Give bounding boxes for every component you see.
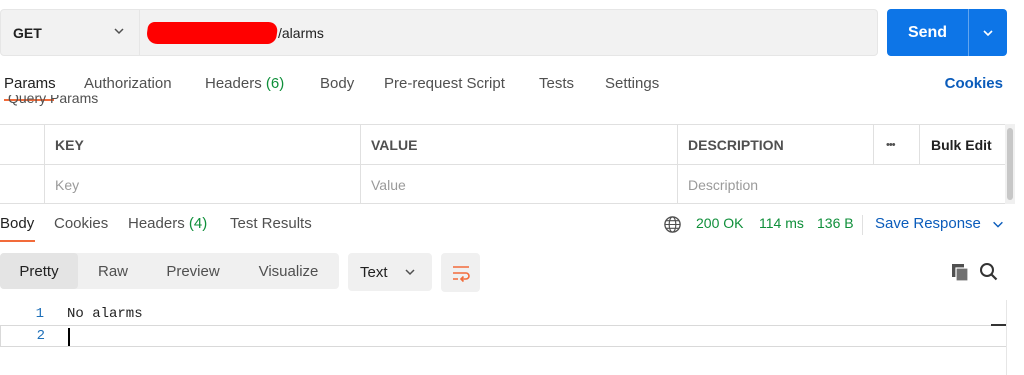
line-number: 1 [35,306,44,322]
method-label: GET [13,24,42,41]
key-column-header: KEY [44,125,360,164]
url-input[interactable]: /alarms [145,10,324,55]
wrap-lines-button[interactable] [441,253,480,292]
query-params-label: Query Params [8,95,99,106]
tab-headers[interactable]: Headers (6) [205,75,284,92]
view-preview[interactable]: Preview [148,253,238,289]
tab-label: Pre-request Script [384,75,505,92]
wrap-lines-icon [452,265,470,282]
row-checkbox-cell [0,165,44,204]
cookies-link[interactable]: Cookies [945,75,1003,92]
line-number: 2 [36,328,45,344]
response-editor[interactable]: 1 No alarms 2 [0,300,1024,375]
overview-ruler-mark [991,324,1007,326]
tab-label: Headers [205,75,262,92]
description-input[interactable]: Description [677,165,1006,204]
copy-icon[interactable] [949,261,971,283]
tab-label: Tests [539,75,575,92]
text-cursor [68,328,70,346]
tab-response-cookies[interactable]: Cookies [54,215,108,232]
format-label: Text [360,263,388,281]
params-table: KEY VALUE DESCRIPTION ••• Bulk Edit Key … [0,124,1006,204]
response-time[interactable]: 114 ms [759,215,804,231]
send-button-group: Send [887,9,1007,56]
view-visualize[interactable]: Visualize [238,253,339,289]
tab-settings[interactable]: Settings [605,75,659,92]
tab-response-body[interactable]: Body [0,215,34,232]
tab-count: (6) [265,75,285,92]
globe-icon[interactable] [663,215,682,234]
tab-label: Body [0,215,35,232]
chevron-down-icon [405,269,415,276]
tab-label: Settings [605,75,660,92]
editor-scrollbar[interactable] [1006,300,1018,375]
editor-line: 1 No alarms [0,303,1006,325]
save-response-label: Save Response [875,215,981,232]
tab-tests[interactable]: Tests [539,75,574,92]
editor-line: 2 [0,325,1006,347]
more-options-button[interactable]: ••• [873,125,919,164]
send-button[interactable]: Send [887,9,968,56]
divider [862,215,863,235]
table-row: Key Value Description [0,165,1006,205]
active-tab-indicator [0,240,35,242]
chevron-down-icon [983,29,993,36]
chevron-down-icon [114,28,124,35]
tab-body[interactable]: Body [320,75,354,92]
query-params-heading: Query Params [8,95,98,111]
description-column-header: DESCRIPTION [677,125,873,164]
search-icon[interactable] [978,261,1000,283]
view-mode-segmented: Pretty Raw Preview Visualize [0,253,339,289]
response-tabs: Body Cookies Headers (4) Test Results 20… [0,206,1024,244]
tab-label: Authorization [84,75,172,92]
tab-authorization[interactable]: Authorization [84,75,172,92]
format-select[interactable]: Text [348,253,432,291]
line-text: No alarms [67,306,143,322]
bulk-edit-button[interactable]: Bulk Edit [919,125,1006,164]
tab-label: Headers [128,215,185,232]
params-scrollbar[interactable] [1005,124,1015,204]
redacted-host [145,21,279,44]
send-options-button[interactable] [968,9,1007,56]
tab-label: Cookies [54,215,109,232]
url-bar: GET /alarms [0,9,878,56]
url-path: /alarms [278,24,324,41]
tab-label: Params [4,75,56,92]
tab-label: Body [320,75,355,92]
status-code[interactable]: 200 OK [696,215,743,231]
tab-label: Test Results [230,215,312,232]
key-input[interactable]: Key [44,165,360,204]
chevron-down-icon [993,221,1003,228]
tab-response-headers[interactable]: Headers (4) [128,215,207,232]
tab-params[interactable]: Params [4,75,56,92]
value-input[interactable]: Value [360,165,677,204]
method-select[interactable]: GET [1,10,140,55]
view-raw[interactable]: Raw [78,253,148,289]
scrollbar-thumb[interactable] [1007,128,1013,200]
tab-count: (4) [188,215,208,232]
save-response-button[interactable]: Save Response [875,215,1005,232]
request-tabs: Params Authorization Headers (6) Body Pr… [0,66,1024,104]
tab-test-results[interactable]: Test Results [230,215,312,232]
value-column-header: VALUE [360,125,677,164]
tab-pre-request-script[interactable]: Pre-request Script [384,75,505,92]
view-pretty[interactable]: Pretty [0,253,78,289]
response-size[interactable]: 136 B [817,215,854,231]
table-header-row: KEY VALUE DESCRIPTION ••• Bulk Edit [0,125,1006,165]
